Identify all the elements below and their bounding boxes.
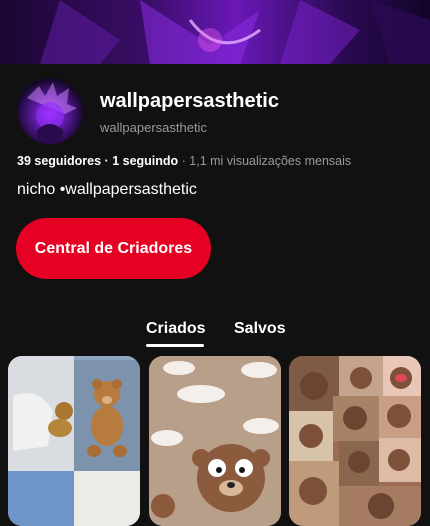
profile-bio: nicho •wallpapersasthetic [17,181,197,198]
pin-card[interactable] [289,356,421,526]
following-count[interactable]: 1 seguindo [112,154,178,168]
monthly-views: 1,1 mi visualizações mensais [189,154,352,168]
tab-created[interactable]: Criados [146,320,206,338]
avatar[interactable] [17,78,83,144]
profile-username: wallpapersasthetic [100,120,207,135]
followers-count[interactable]: 39 seguidores [17,154,101,168]
profile-section: wallpapersasthetic wallpapersasthetic 39… [0,64,430,526]
pin-card[interactable] [8,356,140,526]
pin-card[interactable] [149,356,281,526]
pin-grid [0,356,430,526]
creator-hub-button[interactable]: Central de Criadores [16,218,211,279]
profile-name: wallpapersasthetic [100,90,279,112]
tab-selected-indicator [146,344,204,347]
profile-tabs: Criados Salvos [0,318,430,350]
profile-stats: 39 seguidores · 1 seguindo · 1,1 mi visu… [17,154,352,168]
tab-saved[interactable]: Salvos [234,320,286,338]
cover-image [0,0,430,64]
